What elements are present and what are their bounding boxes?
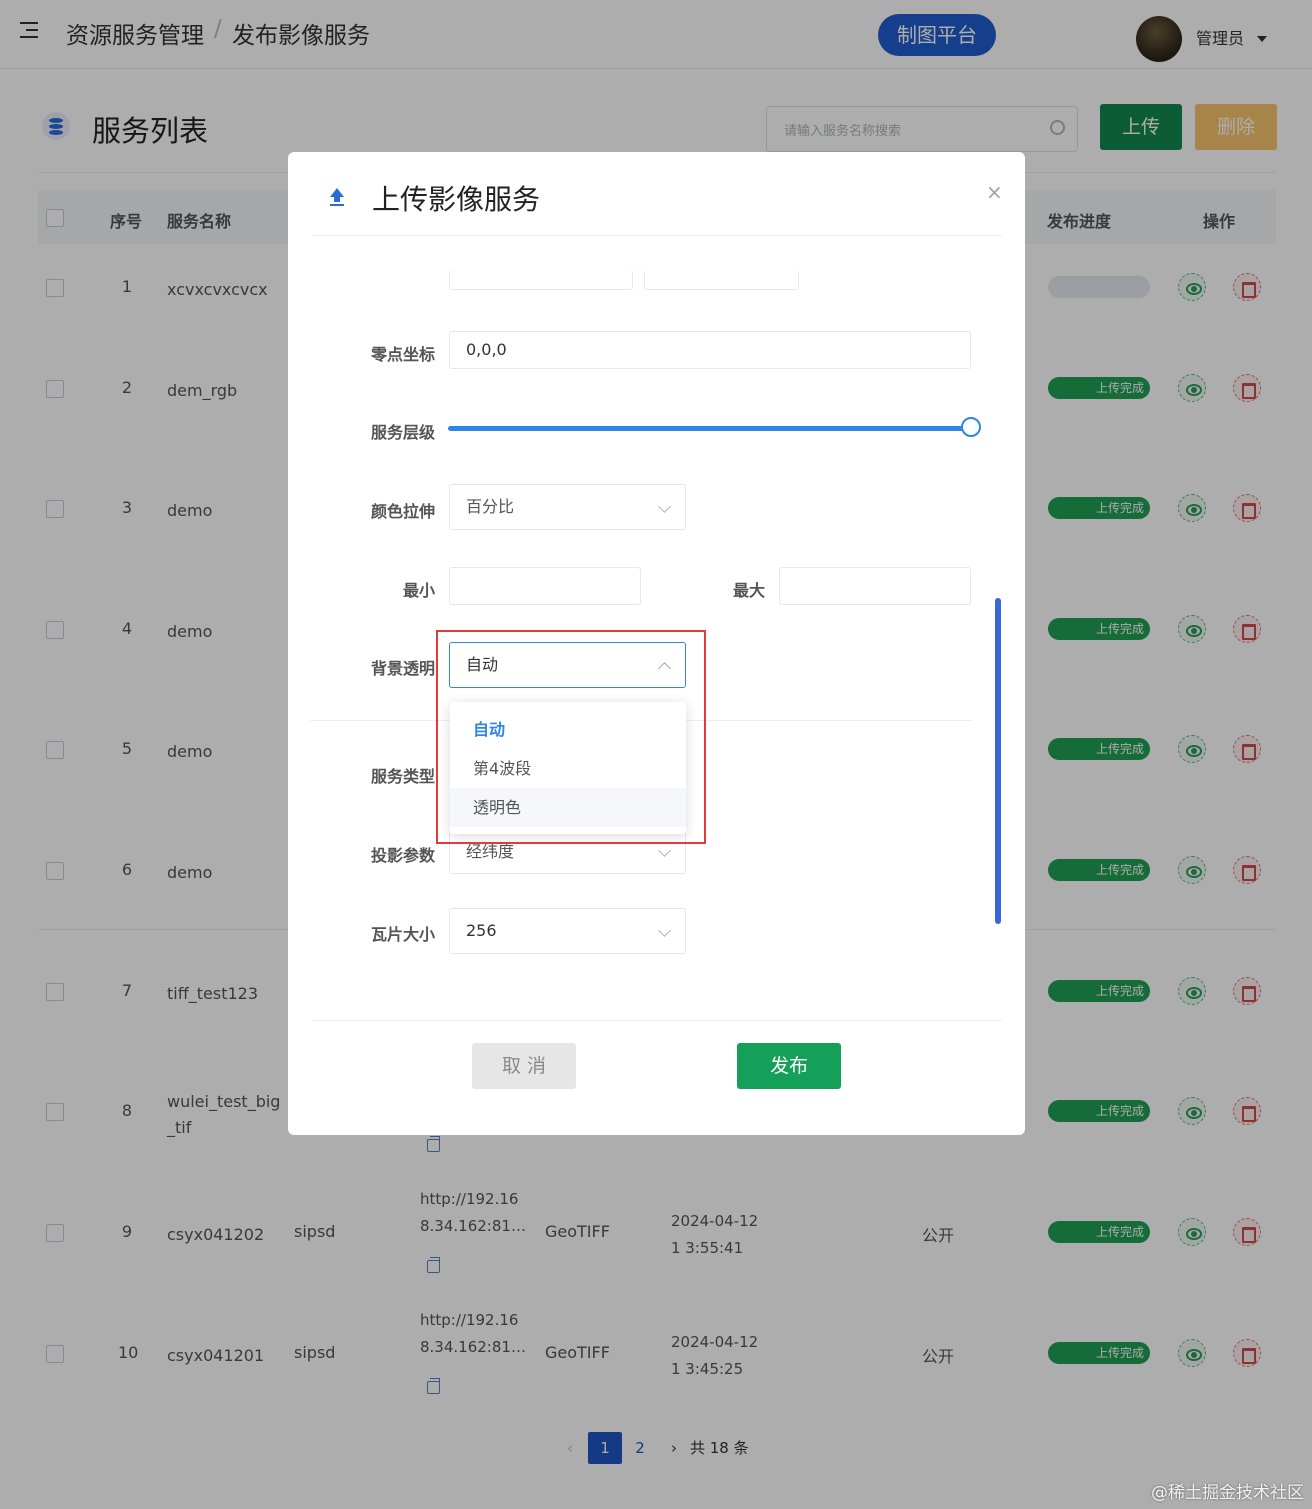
min-input[interactable] (449, 567, 641, 605)
footer-divider (312, 1020, 1002, 1021)
projection-label: 投影参数 (370, 846, 435, 865)
stretch-value: 百分比 (466, 497, 515, 516)
projection-value: 经纬度 (466, 842, 515, 861)
level-label: 服务层级 (370, 423, 435, 442)
highlight-box (436, 630, 706, 844)
tile-value: 256 (466, 921, 497, 940)
level-slider-handle[interactable] (961, 417, 981, 437)
upload-icon (330, 188, 344, 208)
max-input[interactable] (779, 567, 971, 605)
partial-input[interactable] (449, 270, 633, 290)
min-label: 最小 (402, 581, 435, 600)
modal-scrollbar[interactable] (995, 598, 1001, 924)
service-type-label: 服务类型 (370, 767, 435, 786)
origin-label: 零点坐标 (370, 345, 435, 364)
modal-header-divider (312, 235, 1002, 236)
modal-title: 上传影像服务 (372, 183, 541, 216)
close-icon[interactable]: × (986, 180, 1003, 204)
level-slider-track[interactable] (448, 426, 971, 431)
stretch-label: 颜色拉伸 (370, 502, 435, 521)
origin-input[interactable]: 0,0,0 (449, 331, 971, 369)
stretch-select[interactable]: 百分比 (449, 484, 686, 530)
bg-label: 背景透明 (370, 659, 435, 678)
cancel-button[interactable]: 取 消 (472, 1043, 576, 1089)
partial-input[interactable] (644, 270, 799, 290)
upload-modal: 上传影像服务 × 零点坐标 0,0,0 服务层级 颜色拉伸 百分比 最小 最大 … (288, 152, 1025, 1135)
tile-label: 瓦片大小 (370, 925, 435, 944)
tile-select[interactable]: 256 (449, 908, 686, 954)
watermark: @稀土掘金技术社区 (1151, 1483, 1304, 1503)
max-label: 最大 (732, 581, 765, 600)
publish-button[interactable]: 发布 (737, 1043, 841, 1089)
